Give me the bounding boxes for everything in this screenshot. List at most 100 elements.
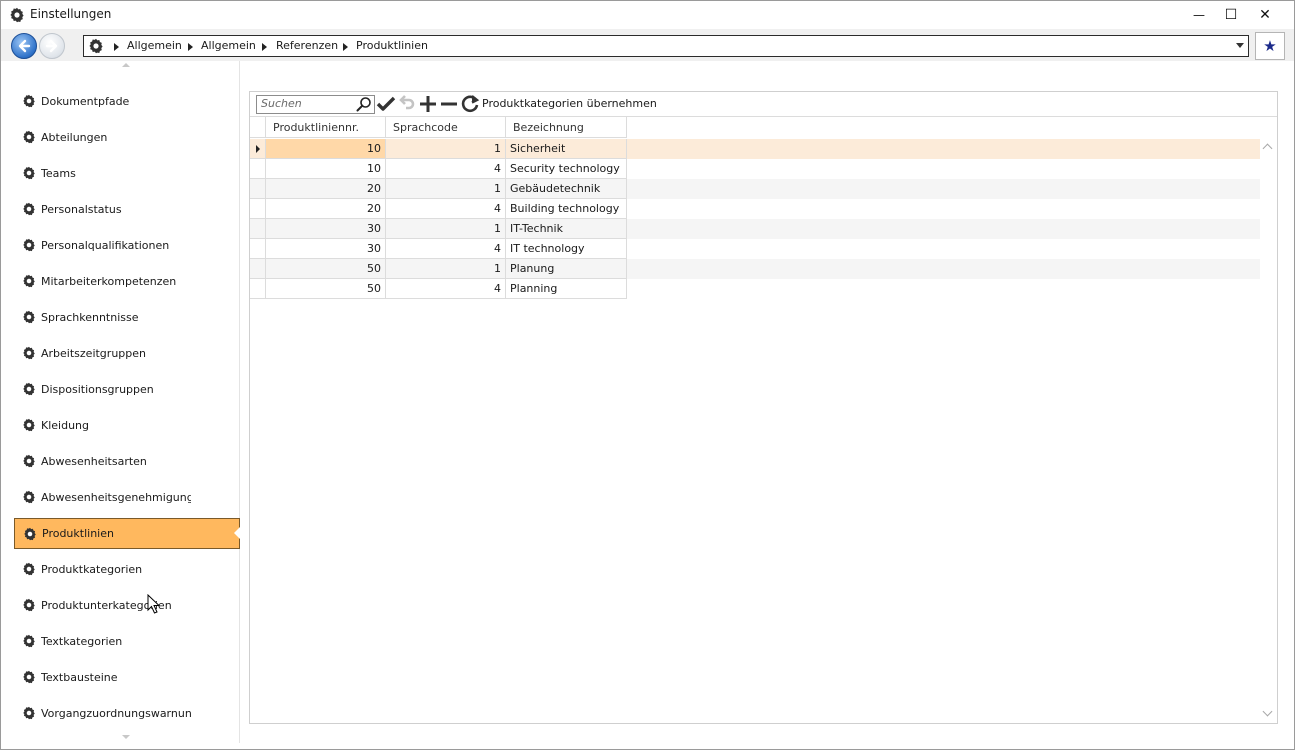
sidebar-item[interactable]: Personalstatus [14,194,238,224]
cell-bezeichnung[interactable]: Planung [506,259,627,279]
breadcrumb-separator-icon[interactable] [188,43,193,51]
minimize-button[interactable]: — [1182,1,1216,28]
breadcrumb-separator-icon[interactable] [262,43,267,51]
table-row[interactable]: 50 4 Planning [250,279,1260,299]
settings-sidebar[interactable]: Dokumentpfade Abteilungen Teams Personalsta… [1,61,240,743]
row-selector[interactable] [250,259,266,279]
cell-sprachcode[interactable]: 4 [386,199,506,219]
sidebar-item[interactable]: Teams [14,158,238,188]
cell-produktliniennr[interactable]: 50 [266,279,386,299]
favorite-button[interactable]: ★ [1255,32,1285,60]
breadcrumb-separator-icon[interactable] [343,43,348,51]
close-button[interactable]: ✕ [1248,1,1282,28]
cell-bezeichnung[interactable]: Security technology [506,159,627,179]
sidebar-item[interactable]: Produktlinien [14,518,240,549]
sidebar-item[interactable]: Kleidung [14,410,238,440]
gear-icon [23,310,35,324]
row-selector[interactable] [250,239,266,259]
cell-bezeichnung[interactable]: Building technology [506,199,627,219]
sidebar-item[interactable]: Sprachkenntnisse [14,302,238,332]
sidebar-item[interactable]: Personalqualifikationen [14,230,238,260]
forward-button[interactable] [39,33,65,59]
cell-sprachcode[interactable]: 1 [386,179,506,199]
cell-produktliniennr[interactable]: 10 [266,159,386,179]
table-row[interactable]: 30 4 IT technology [250,239,1260,259]
row-selector[interactable] [250,279,266,299]
chevron-down-icon[interactable] [1236,43,1244,48]
sidebar-item[interactable]: Mitarbeiterkompetenzen [14,266,238,296]
scroll-down-icon[interactable] [1262,706,1273,717]
refresh-icon[interactable] [460,94,480,114]
back-button[interactable] [11,33,37,59]
save-check-icon[interactable] [376,94,396,114]
apply-categories-button[interactable]: Produktkategorien übernehmen [482,97,657,110]
cell-bezeichnung[interactable]: IT technology [506,239,627,259]
cell-produktliniennr[interactable]: 30 [266,239,386,259]
sidebar-item-label: Vorgangzuordnungswarnunger [41,706,191,720]
column-header-bezeichnung[interactable]: Bezeichnung [506,117,627,138]
undo-icon[interactable] [398,94,418,114]
sidebar-item[interactable]: Abteilungen [14,122,238,152]
gear-icon [23,670,35,684]
cell-sprachcode[interactable]: 4 [386,159,506,179]
scroll-down-icon[interactable] [122,735,130,739]
sidebar-item-label: Abwesenheitsarten [41,454,147,468]
cell-bezeichnung[interactable]: Gebäudetechnik [506,179,627,199]
sidebar-item[interactable]: Abwesenheitsarten [14,446,238,476]
sidebar-item[interactable]: Textkategorien [14,626,238,656]
sidebar-item[interactable]: Abwesenheitsgenehmigungsgr [14,482,238,512]
cell-produktliniennr[interactable]: 30 [266,219,386,239]
table-row[interactable]: 50 1 Planung [250,259,1260,279]
cell-sprachcode[interactable]: 4 [386,239,506,259]
scroll-up-icon[interactable] [122,63,130,67]
cell-bezeichnung[interactable]: Sicherheit [506,139,627,159]
scroll-up-icon[interactable] [1262,143,1273,154]
breadcrumb-separator-icon[interactable] [114,43,119,51]
column-header-produktliniennr[interactable]: Produktliniennr. [266,117,386,138]
cell-sprachcode[interactable]: 4 [386,279,506,299]
breadcrumb-item[interactable]: Produktlinien [356,39,428,52]
cell-produktliniennr[interactable]: 50 [266,259,386,279]
sidebar-item[interactable]: Produktkategorien [14,554,238,584]
cell-produktliniennr[interactable]: 20 [266,199,386,219]
maximize-button[interactable]: ☐ [1214,1,1248,28]
sidebar-item[interactable]: Dispositionsgruppen [14,374,238,404]
cell-sprachcode[interactable]: 1 [386,219,506,239]
column-header-sprachcode[interactable]: Sprachcode [386,117,506,138]
address-bar[interactable]: Allgemein Allgemein Referenzen Produktli… [83,35,1249,57]
breadcrumb-item[interactable]: Allgemein [201,39,256,52]
row-selector[interactable] [250,139,266,159]
remove-icon[interactable] [439,94,459,114]
cell-bezeichnung[interactable]: Planning [506,279,627,299]
search-input[interactable] [257,96,357,111]
table-row[interactable]: 30 1 IT-Technik [250,219,1260,239]
breadcrumb-item[interactable]: Referenzen [276,39,338,52]
sidebar-item[interactable]: Arbeitszeitgruppen [14,338,238,368]
row-selector[interactable] [250,159,266,179]
table-row[interactable]: 10 1 Sicherheit [250,139,1260,159]
sidebar-item[interactable]: Dokumentpfade [14,86,238,116]
table-row[interactable]: 10 4 Security technology [250,159,1260,179]
gear-icon [23,274,35,288]
sidebar-item[interactable]: Vorgangzuordnungswarnunger [14,698,238,728]
cell-bezeichnung[interactable]: IT-Technik [506,219,627,239]
table-row[interactable]: 20 4 Building technology [250,199,1260,219]
row-selector[interactable] [250,219,266,239]
cell-produktliniennr[interactable]: 20 [266,179,386,199]
vertical-scrollbar[interactable] [1260,139,1277,723]
add-icon[interactable] [418,94,438,114]
table-row[interactable]: 20 1 Gebäudetechnik [250,179,1260,199]
row-selector[interactable] [250,199,266,219]
sidebar-item[interactable]: Textbausteine [14,662,238,692]
search-icon[interactable] [356,96,372,112]
breadcrumb-item[interactable]: Allgemein [127,39,182,52]
search-box[interactable] [256,95,375,114]
title-bar: Einstellungen — ☐ ✕ [1,1,1294,28]
sidebar-item[interactable]: Produktunterkategorien [14,590,238,620]
gear-icon [23,418,35,432]
row-selector[interactable] [250,179,266,199]
cell-produktliniennr[interactable]: 10 [266,139,386,159]
cell-sprachcode[interactable]: 1 [386,259,506,279]
cell-sprachcode[interactable]: 1 [386,139,506,159]
gear-icon [10,7,24,23]
